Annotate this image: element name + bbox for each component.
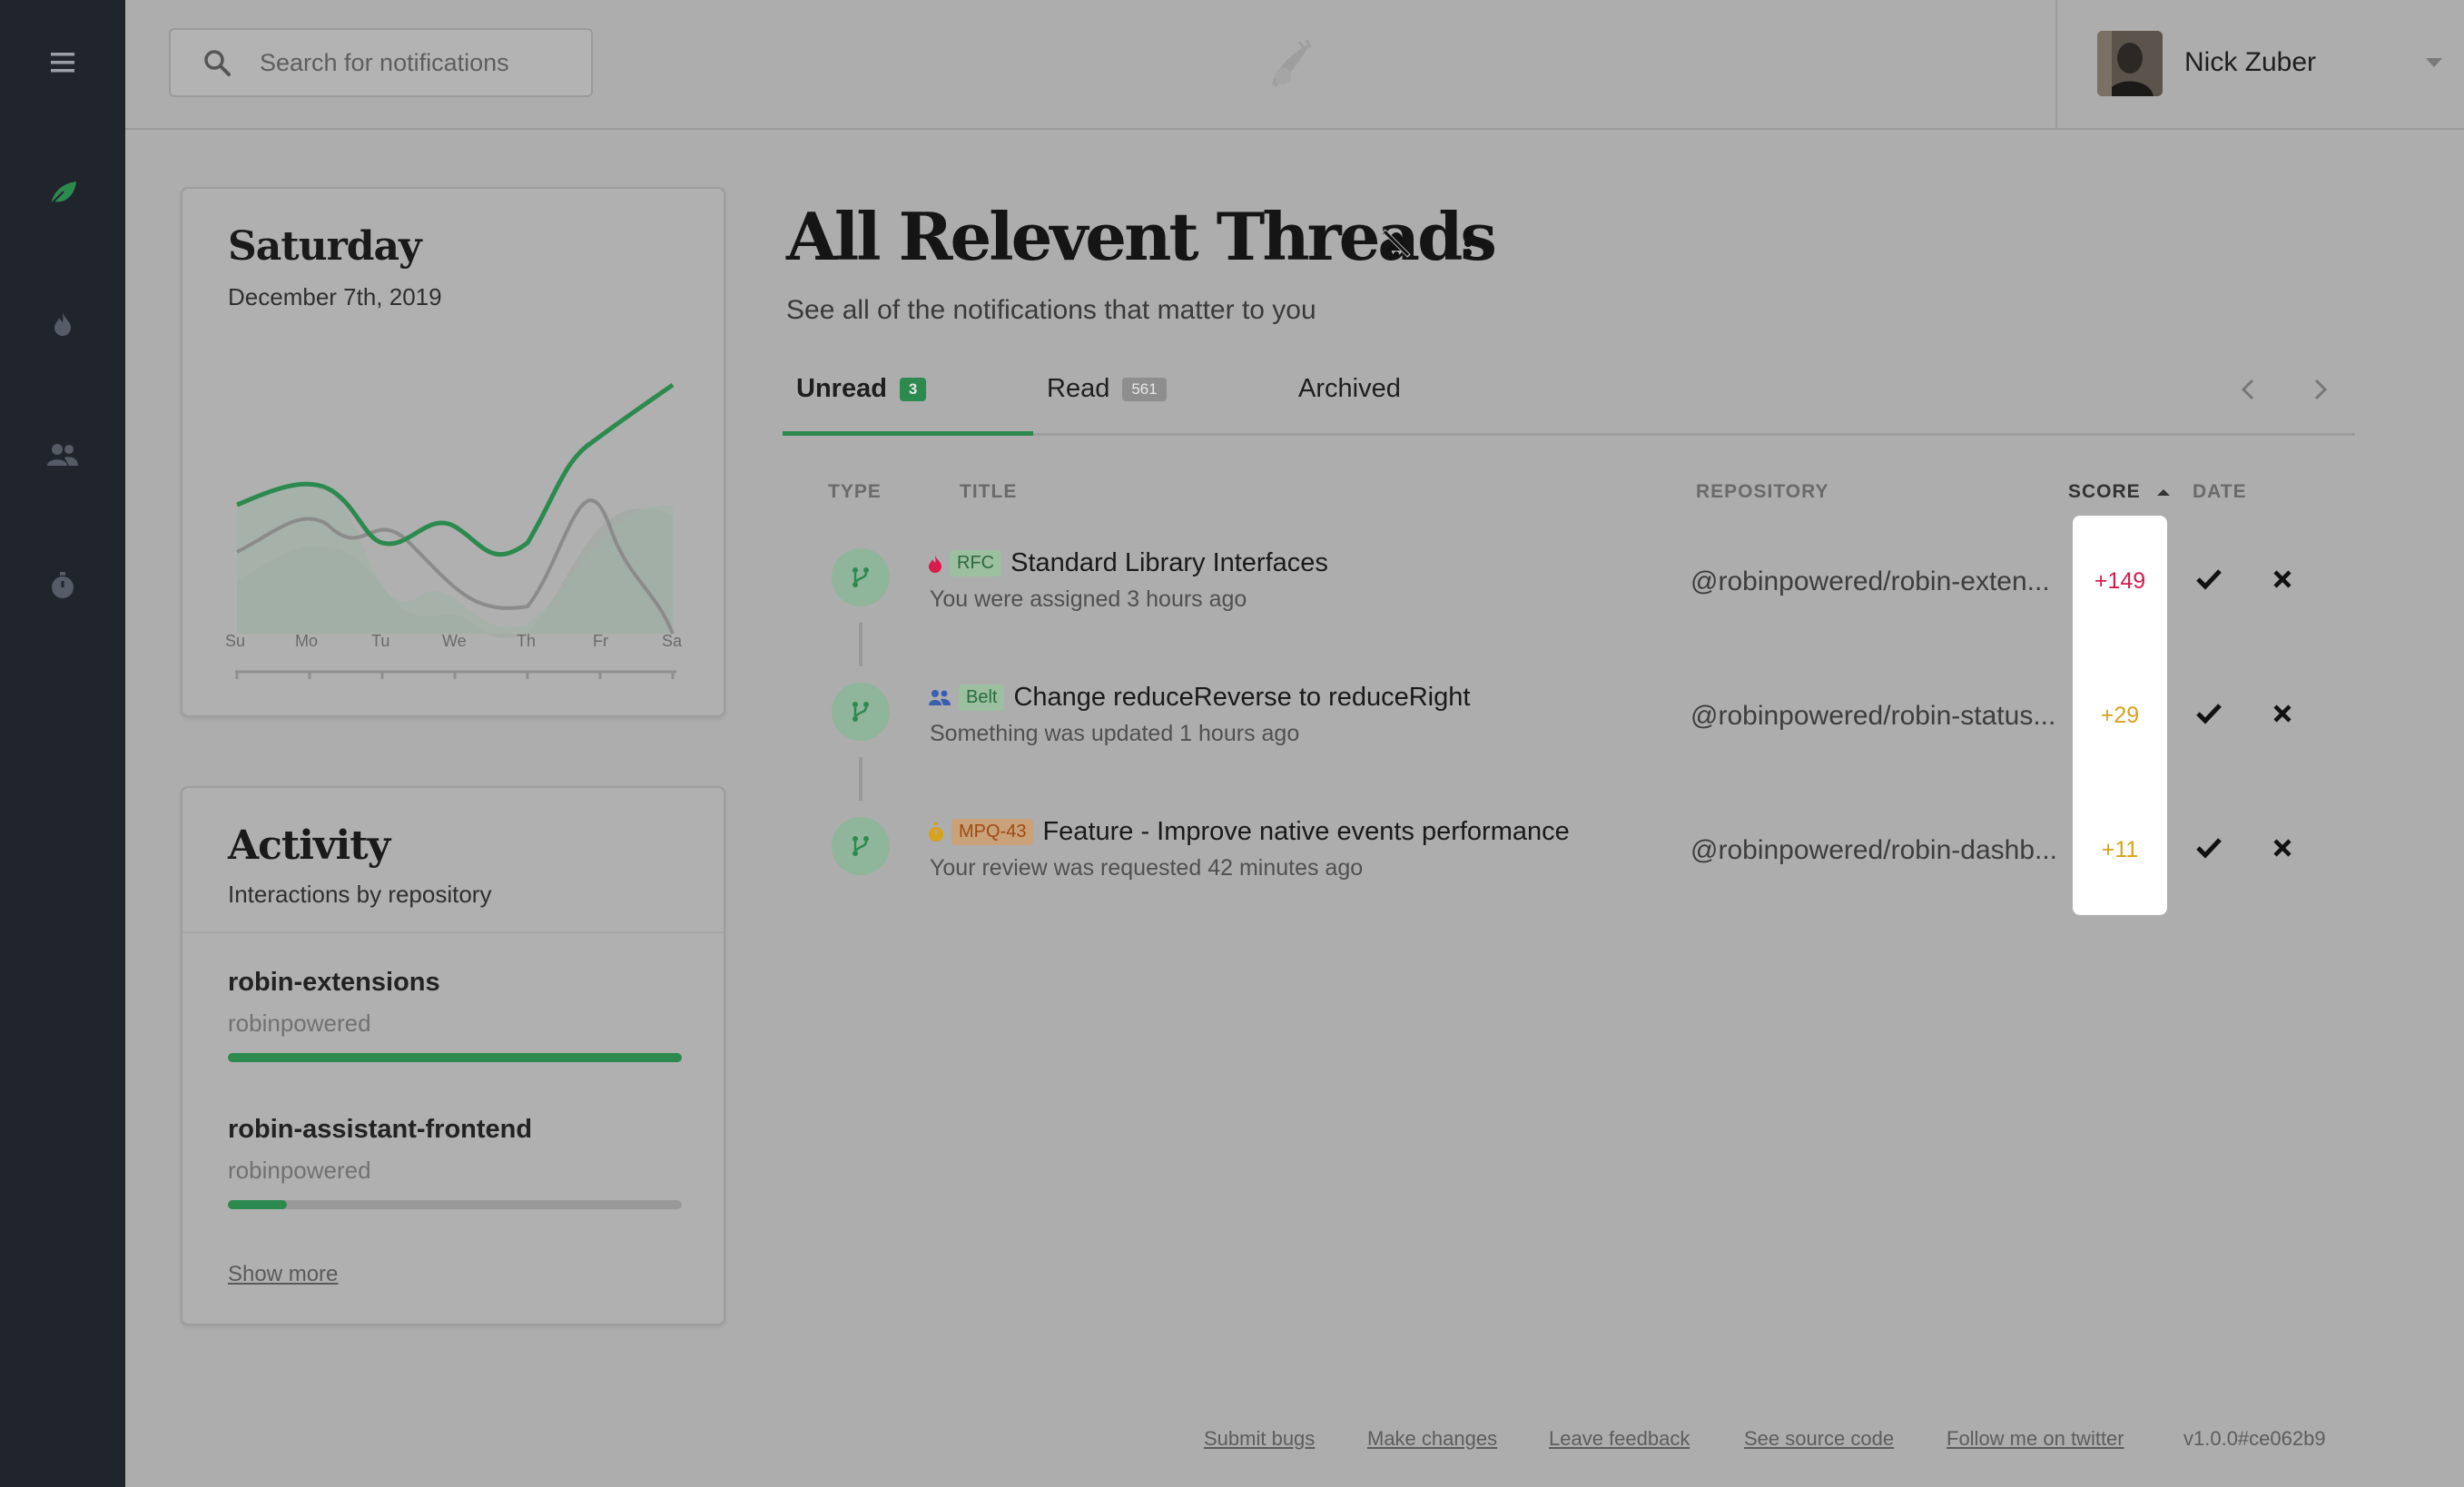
tab-unread[interactable]: Unread 3	[796, 374, 927, 404]
thread-subtitle: Your review was requested 42 minutes ago	[930, 855, 1364, 881]
active-tab-indicator	[783, 431, 1033, 436]
tab-label: Unread	[796, 374, 887, 403]
thread-subtitle: You were assigned 3 hours ago	[930, 586, 1247, 612]
menu-icon[interactable]	[40, 40, 85, 85]
users-icon	[929, 689, 951, 705]
tab-bar: Unread 3 Read 561 Archived	[783, 363, 2355, 436]
flame-icon[interactable]	[40, 301, 85, 347]
close-icon[interactable]	[2264, 830, 2301, 866]
sidebar	[0, 0, 125, 1487]
mark-read-icon[interactable]	[2191, 561, 2227, 597]
activity-card: Activity Interactions by repository robi…	[181, 786, 725, 1325]
activity-subtitle: Interactions by repository	[228, 881, 492, 908]
table-row[interactable]: RFC Standard Library Interfaces You were…	[783, 536, 2355, 666]
repo-progress-bar	[228, 1200, 682, 1209]
users-icon[interactable]	[40, 432, 85, 478]
thread-subtitle: Something was updated 1 hours ago	[930, 721, 1300, 746]
day-label: Su	[225, 632, 246, 650]
day-label: Th	[517, 632, 537, 650]
repo-progress-bar	[228, 1053, 682, 1062]
timeline-connector	[859, 757, 862, 801]
pull-request-icon	[832, 817, 890, 875]
thread-title[interactable]: Standard Library Interfaces	[1010, 548, 1328, 578]
search-input[interactable]	[260, 48, 568, 77]
user-menu[interactable]: Nick Zuber	[2055, 0, 2464, 128]
tag-badge: Belt	[959, 684, 1005, 711]
bell-off-icon[interactable]	[1380, 227, 1413, 260]
table-row[interactable]: Belt Change reduceReverse to reduceRight…	[783, 670, 2355, 801]
show-more-link[interactable]: Show more	[228, 1262, 338, 1287]
chevron-left-icon[interactable]	[2235, 376, 2262, 403]
close-icon[interactable]	[2264, 695, 2301, 732]
column-header-type: TYPE	[828, 481, 882, 502]
count-badge: 3	[899, 377, 927, 401]
score-header-label: SCORE	[2068, 481, 2141, 502]
column-header-title: TITLE	[960, 481, 1018, 502]
tab-label: Read	[1047, 374, 1110, 403]
leaf-icon[interactable]	[40, 171, 85, 216]
column-header-date: DATE	[2193, 481, 2247, 502]
day-label: Sa	[662, 632, 683, 650]
day-title: Saturday	[228, 223, 422, 270]
row-title-line: RFC Standard Library Interfaces	[928, 548, 1328, 578]
score-value: +29	[2100, 703, 2140, 728]
timeline-connector	[859, 623, 862, 666]
stopwatch-icon[interactable]	[40, 563, 85, 608]
repo-owner: robinpowered	[228, 1157, 371, 1184]
top-bar: Nick Zuber	[125, 0, 2464, 130]
tab-read[interactable]: Read 561	[1047, 374, 1167, 404]
tag-badge: MPQ-43	[951, 819, 1034, 845]
row-title-line: MPQ-43 Feature - Improve native events p…	[928, 817, 1570, 847]
day-label: We	[442, 632, 467, 650]
version-label: v1.0.0#ce062b9	[2183, 1427, 2326, 1450]
tag-badge: RFC	[950, 550, 1002, 576]
user-name: Nick Zuber	[2184, 47, 2317, 77]
repo-name[interactable]: robin-assistant-frontend	[228, 1115, 532, 1145]
footer-link-source-code[interactable]: See source code	[1744, 1427, 1894, 1450]
column-header-score[interactable]: SCORE	[2068, 481, 2171, 503]
row-title-line: Belt Change reduceReverse to reduceRight	[928, 683, 1470, 713]
tab-label: Archived	[1298, 374, 1401, 403]
table-row[interactable]: MPQ-43 Feature - Improve native events p…	[783, 804, 2355, 913]
mark-read-icon[interactable]	[2191, 830, 2227, 866]
footer-link-leave-feedback[interactable]: Leave feedback	[1549, 1427, 1690, 1450]
score-value: +149	[2094, 568, 2146, 594]
pull-request-icon	[832, 683, 890, 741]
sort-ascending-icon	[2156, 489, 2170, 496]
chart-day-labels: Su Mo Tu We Th Fr Sa	[182, 632, 727, 659]
repo-name[interactable]: robin-extensions	[228, 968, 440, 998]
search-box[interactable]	[169, 28, 593, 97]
more-options-icon[interactable]	[1454, 227, 1482, 260]
chevron-down-icon[interactable]	[2426, 58, 2442, 67]
repository-link[interactable]: @robinpowered/robin-status...	[1690, 701, 2058, 732]
column-header-repository: REPOSITORY	[1696, 481, 1829, 502]
count-badge: 561	[1122, 377, 1167, 401]
day-label: Fr	[593, 632, 608, 650]
footer-link-make-changes[interactable]: Make changes	[1367, 1427, 1497, 1450]
score-value: +11	[2101, 837, 2139, 862]
repository-link[interactable]: @robinpowered/robin-dashb...	[1690, 835, 2058, 866]
close-icon[interactable]	[2264, 561, 2301, 597]
mark-read-icon[interactable]	[2191, 695, 2227, 732]
flame-icon	[929, 555, 941, 573]
thread-title[interactable]: Feature - Improve native events performa…	[1042, 817, 1569, 847]
day-label: Mo	[295, 632, 319, 650]
day-date: December 7th, 2019	[228, 283, 442, 310]
weekly-activity-card: Saturday December 7th, 2019 Su Mo Tu We …	[181, 187, 725, 717]
search-icon	[204, 50, 231, 76]
repo-owner: robinpowered	[228, 1009, 371, 1037]
logo-icon	[1265, 36, 1316, 91]
day-label: Tu	[371, 632, 390, 650]
stopwatch-icon	[929, 822, 943, 842]
repository-link[interactable]: @robinpowered/robin-exten...	[1690, 566, 2058, 597]
pull-request-icon	[832, 548, 890, 606]
footer-link-submit-bugs[interactable]: Submit bugs	[1204, 1427, 1315, 1450]
chevron-right-icon[interactable]	[2306, 376, 2333, 403]
footer-link-twitter[interactable]: Follow me on twitter	[1947, 1427, 2124, 1450]
thread-title[interactable]: Change reduceReverse to reduceRight	[1013, 683, 1470, 713]
activity-title: Activity	[228, 822, 390, 869]
page-subtitle: See all of the notifications that matter…	[786, 295, 1316, 325]
avatar	[2097, 31, 2163, 96]
tab-archived[interactable]: Archived	[1298, 374, 1401, 404]
